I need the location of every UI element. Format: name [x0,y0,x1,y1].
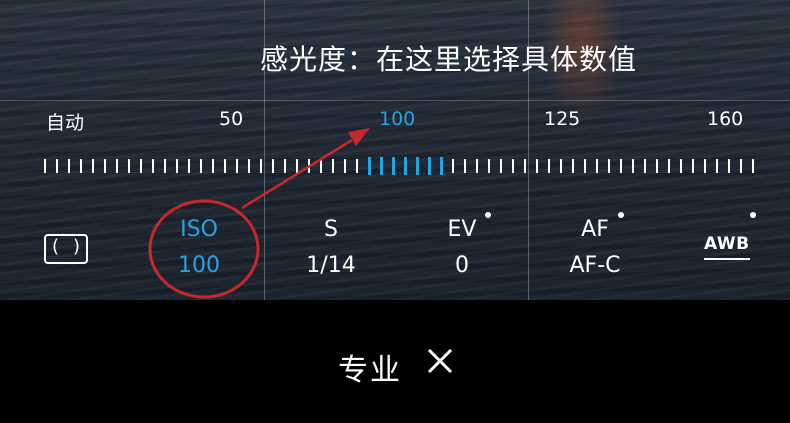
slider-tick [284,159,286,173]
slider-tick [116,159,118,173]
slider-tick [92,159,94,173]
slider-tick [56,159,58,173]
iso-value: 100 [178,253,220,278]
slider-tick-active [392,157,395,175]
slider-tick [464,159,466,173]
slider-tick [272,159,274,173]
slider-tick [584,159,586,173]
slider-tick [488,159,490,173]
shutter-value: 1/14 [306,253,356,278]
slider-tick [224,159,226,173]
slider-tick [524,159,526,173]
slider-tick [68,159,70,173]
slider-tick [620,159,622,173]
slider-tick [176,159,178,173]
ev-control[interactable]: EV 0 [440,219,484,277]
ev-value: 0 [455,253,469,278]
metering-mode-button[interactable]: ( ) [44,234,88,264]
iso-option-125[interactable]: 125 [544,108,580,130]
awb-label: AWB [704,234,750,254]
iso-option-50[interactable]: 50 [219,108,243,130]
slider-tick [728,159,730,173]
iso-slider-ruler[interactable] [44,155,754,179]
slider-tick [188,159,190,173]
slider-tick [44,159,46,173]
slider-tick [608,159,610,173]
slider-tick [140,159,142,173]
slider-tick [668,159,670,173]
slider-tick [212,159,214,173]
iso-label: ISO [180,217,218,242]
slider-tick [152,159,154,173]
ev-indicator-dot [485,212,491,218]
slider-tick [680,159,682,173]
slider-tick [536,159,538,173]
slider-tick [104,159,106,173]
slider-tick [236,159,238,173]
slider-tick [308,159,310,173]
slider-tick [452,159,454,173]
af-indicator-dot [618,212,624,218]
slider-tick [656,159,658,173]
slider-tick [248,159,250,173]
slider-tick [632,159,634,173]
awb-control[interactable]: AWB [704,234,750,260]
slider-tick [548,159,550,173]
af-control[interactable]: AF AF-C [560,219,630,277]
slider-tick [704,159,706,173]
slider-tick [296,159,298,173]
slider-tick [260,159,262,173]
shutter-control[interactable]: S 1/14 [296,219,366,277]
ev-label: EV [447,217,477,242]
slider-tick [500,159,502,173]
slider-tick [80,159,82,173]
close-icon [427,348,453,374]
slider-tick-active [368,157,371,175]
iso-control[interactable]: ISO 100 [170,219,228,277]
awb-underline [704,258,750,260]
slider-tick [752,159,754,173]
slider-tick [476,159,478,173]
annotation-caption: 感光度：在这里选择具体数值 [260,43,638,76]
af-value: AF-C [569,253,621,278]
slider-tick [644,159,646,173]
slider-tick [320,159,322,173]
metering-glyph: ( ) [49,236,83,257]
slider-tick [512,159,514,173]
slider-tick [560,159,562,173]
slider-tick [572,159,574,173]
slider-tick [344,159,346,173]
close-mode-button[interactable] [424,345,456,377]
slider-tick [200,159,202,173]
slider-tick [332,159,334,173]
iso-option-auto[interactable]: 自动 [46,108,84,135]
slider-tick [164,159,166,173]
iso-option-100[interactable]: 100 [379,108,415,130]
camera-viewfinder: 感光度：在这里选择具体数值 自动 50 100 125 160 ( ) ISO … [0,0,790,300]
slider-tick [692,159,694,173]
slider-tick [740,159,742,173]
slider-tick [128,159,130,173]
slider-tick-active [428,157,431,175]
slider-tick-active [416,157,419,175]
slider-tick-active [380,157,383,175]
slider-tick [356,159,358,173]
mode-label: 专业 [338,353,402,388]
slider-tick-active [404,157,407,175]
shutter-label: S [324,217,338,242]
iso-option-160[interactable]: 160 [707,108,743,130]
awb-indicator-dot [750,212,756,218]
grid-line-horizontal [0,100,790,101]
af-label: AF [581,217,609,242]
slider-tick-active [440,157,443,175]
slider-tick [596,159,598,173]
slider-tick [716,159,718,173]
